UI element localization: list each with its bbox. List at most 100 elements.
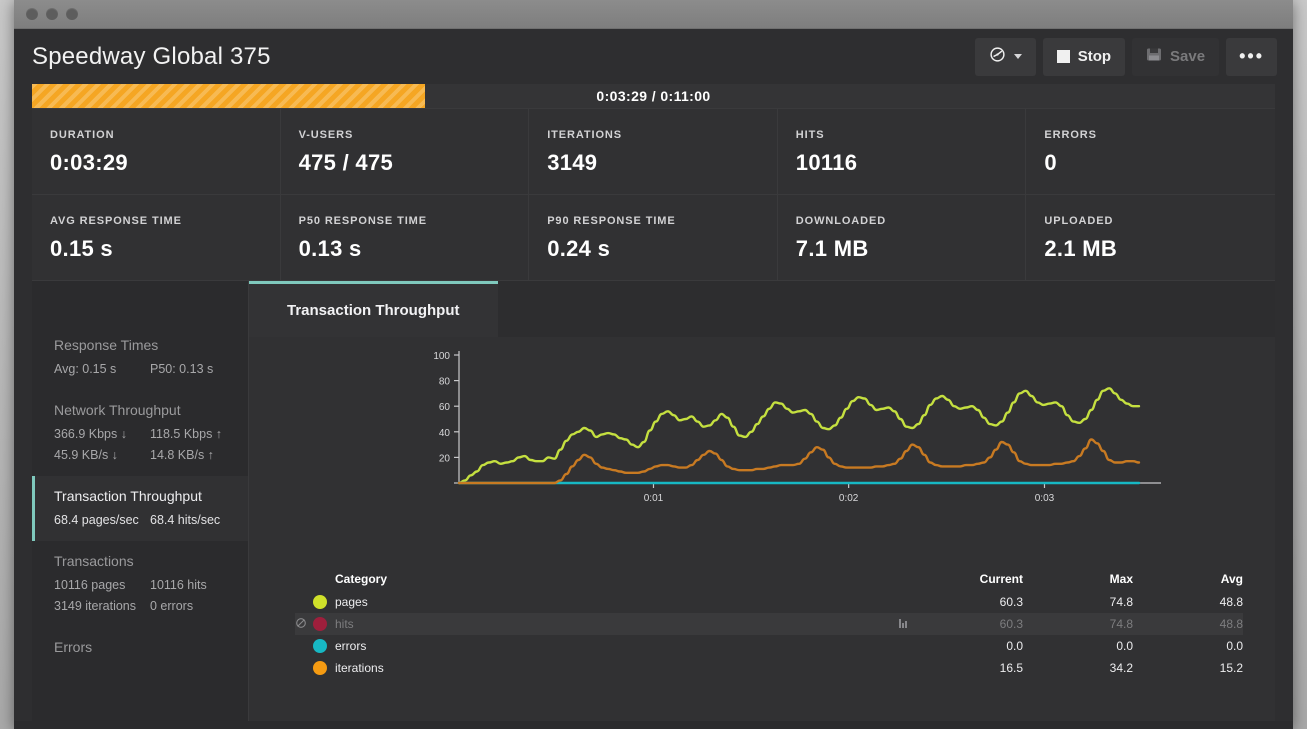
window-titlebar [14, 0, 1293, 29]
legend-max-value: 74.8 [1109, 595, 1133, 609]
metric-tile: ERRORS 0 [1026, 109, 1275, 195]
stat: 366.9 Kbps ↓ [54, 427, 127, 441]
sidebar-item-network-throughput[interactable]: Network Throughput 366.9 Kbps ↓ 118.5 Kbps… [32, 390, 248, 476]
metric-value: 0.24 s [547, 236, 611, 261]
metric-label: ITERATIONS [547, 129, 622, 141]
metric-value: 475 / 475 [298, 150, 394, 175]
legend-header-category: Category [335, 572, 388, 586]
gauge-dropdown-button[interactable] [974, 37, 1036, 76]
stat: 14.8 KB/s ↑ [150, 448, 214, 462]
stat: 0 errors [150, 599, 194, 613]
svg-text:0:02: 0:02 [839, 493, 859, 504]
legend-avg-value: 48.8 [1219, 617, 1243, 631]
floppy-disk-icon [1146, 47, 1162, 66]
series-color-swatch [313, 617, 335, 631]
close-icon[interactable] [26, 8, 38, 20]
sidebar-item-stats: 10116 pages 10116 hits [54, 578, 248, 592]
sidebar-item-stats: 366.9 Kbps ↓ 118.5 Kbps ↑ [54, 427, 248, 441]
svg-text:20: 20 [439, 453, 451, 464]
header-actions: Stop Save ••• [974, 37, 1277, 76]
progress-time-label: 0:03:29 / 0:11:00 [596, 88, 711, 104]
metrics-sidebar: Response Times Avg: 0.15 s P50: 0.13 s Netw… [32, 281, 249, 724]
legend-row[interactable]: hits 60.3 74.8 48.8 [295, 613, 1243, 635]
metric-label: V-USERS [298, 129, 354, 141]
legend-current-value: 60.3 [999, 595, 1023, 609]
page-title: Speedway Global 375 [32, 42, 271, 70]
svg-text:100: 100 [433, 351, 450, 362]
legend-series-name: pages [335, 595, 368, 609]
tab-bar-filler [497, 281, 1275, 337]
sidebar-item-transaction-throughput[interactable]: Transaction Throughput 68.4 pages/sec 68.4… [32, 476, 248, 541]
sidebar-item-errors[interactable]: Errors [32, 627, 248, 678]
save-button[interactable]: Save [1132, 37, 1220, 76]
metric-tile: DURATION 0:03:29 [32, 109, 281, 195]
metric-label: ERRORS [1044, 129, 1097, 141]
stat: 45.9 KB/s ↓ [54, 448, 118, 462]
metric-tile: P90 RESPONSE TIME 0.24 s [529, 195, 778, 281]
svg-text:80: 80 [439, 377, 451, 388]
stop-button-label: Stop [1077, 48, 1112, 65]
legend-row[interactable]: pages 60.3 74.8 48.8 [295, 591, 1243, 613]
metric-label: HITS [795, 129, 825, 141]
metric-value: 3149 [547, 150, 598, 175]
main-panel: Transaction Throughput 20 40 60 80 100 0:01 0:… [249, 281, 1275, 724]
metric-tile: UPLOADED 2.1 MB [1026, 195, 1275, 281]
metric-label: DURATION [50, 129, 115, 141]
legend-series-name: errors [335, 639, 367, 653]
legend-header-row: Category Current Max Avg [295, 567, 1243, 591]
legend-max-value: 74.8 [1109, 617, 1133, 631]
stat: P50: 0.13 s [150, 362, 214, 376]
app-window: Speedway Global 375 Stop Save ••• 0:03:2… [14, 0, 1293, 729]
sidebar-item-label: Errors [54, 639, 93, 655]
stop-button[interactable]: Stop [1042, 37, 1126, 76]
tab-label: Transaction Throughput [287, 302, 460, 319]
legend-row[interactable]: errors 0.0 0.0 0.0 [295, 635, 1243, 657]
metric-tile: AVG RESPONSE TIME 0.15 s [32, 195, 281, 281]
metrics-grid: DURATION 0:03:29 V-USERS 475 / 475 ITERATION… [32, 108, 1275, 281]
legend-avg-value: 0.0 [1226, 639, 1243, 653]
tab-transaction-throughput[interactable]: Transaction Throughput [249, 281, 498, 337]
zoom-icon[interactable] [66, 8, 78, 20]
metric-label: P50 RESPONSE TIME [298, 215, 427, 227]
sidebar-item-stats: 3149 iterations 0 errors [54, 599, 248, 613]
more-options-button[interactable]: ••• [1226, 37, 1277, 76]
legend-current-value: 60.3 [999, 617, 1023, 631]
bar-chart-icon[interactable] [899, 617, 913, 631]
series-color-swatch [313, 661, 335, 675]
sidebar-item-label: Transactions [54, 553, 134, 569]
minimize-icon[interactable] [46, 8, 58, 20]
window-footer [14, 721, 1293, 729]
metric-label: AVG RESPONSE TIME [50, 215, 182, 227]
metric-tile: P50 RESPONSE TIME 0.13 s [280, 195, 530, 281]
sidebar-item-stats: 68.4 pages/sec 68.4 hits/sec [54, 513, 248, 527]
metric-value: 0 [1044, 150, 1057, 175]
run-progress-bar: 0:03:29 / 0:11:00 [32, 84, 1275, 108]
legend-current-value: 16.5 [999, 661, 1023, 675]
metric-value: 0.13 s [298, 236, 362, 261]
sidebar-item-transactions[interactable]: Transactions 10116 pages 10116 hits 3149 it… [32, 541, 248, 627]
stop-square-icon [1056, 50, 1070, 63]
chart-legend: Category Current Max Avg pages 60.3 74.8 48.8 hi… [249, 567, 1275, 679]
legend-row[interactable]: iterations 16.5 34.2 15.2 [295, 657, 1243, 679]
desktop-background: Speedway Global 375 Stop Save ••• 0:03:2… [0, 0, 1307, 729]
throughput-chart: 20 40 60 80 100 0:01 0:02 0:03 [249, 337, 1275, 567]
eye-off-icon[interactable] [295, 617, 313, 632]
chart-canvas: 20 40 60 80 100 0:01 0:02 0:03 [433, 351, 1161, 504]
legend-header-current: Current [979, 572, 1023, 586]
ellipsis-icon: ••• [1239, 46, 1264, 66]
metric-value: 7.1 MB [795, 236, 869, 261]
app-header: Speedway Global 375 Stop Save ••• [14, 29, 1293, 84]
legend-current-value: 0.0 [1006, 639, 1023, 653]
app-content: Speedway Global 375 Stop Save ••• 0:03:2… [14, 29, 1293, 729]
metric-label: DOWNLOADED [795, 215, 887, 227]
sidebar-item-label: Network Throughput [54, 402, 181, 418]
sidebar-item-stats: 45.9 KB/s ↓ 14.8 KB/s ↑ [54, 448, 248, 462]
stat: 68.4 hits/sec [150, 513, 221, 527]
svg-text:60: 60 [439, 402, 451, 413]
metric-value: 0.15 s [50, 236, 113, 261]
metric-label: P90 RESPONSE TIME [547, 215, 676, 227]
sidebar-item-stats: Avg: 0.15 s P50: 0.13 s [54, 362, 248, 376]
legend-max-value: 0.0 [1116, 639, 1133, 653]
metric-tile: V-USERS 475 / 475 [280, 109, 530, 195]
sidebar-item-response-times[interactable]: Response Times Avg: 0.15 s P50: 0.13 s [32, 325, 248, 390]
